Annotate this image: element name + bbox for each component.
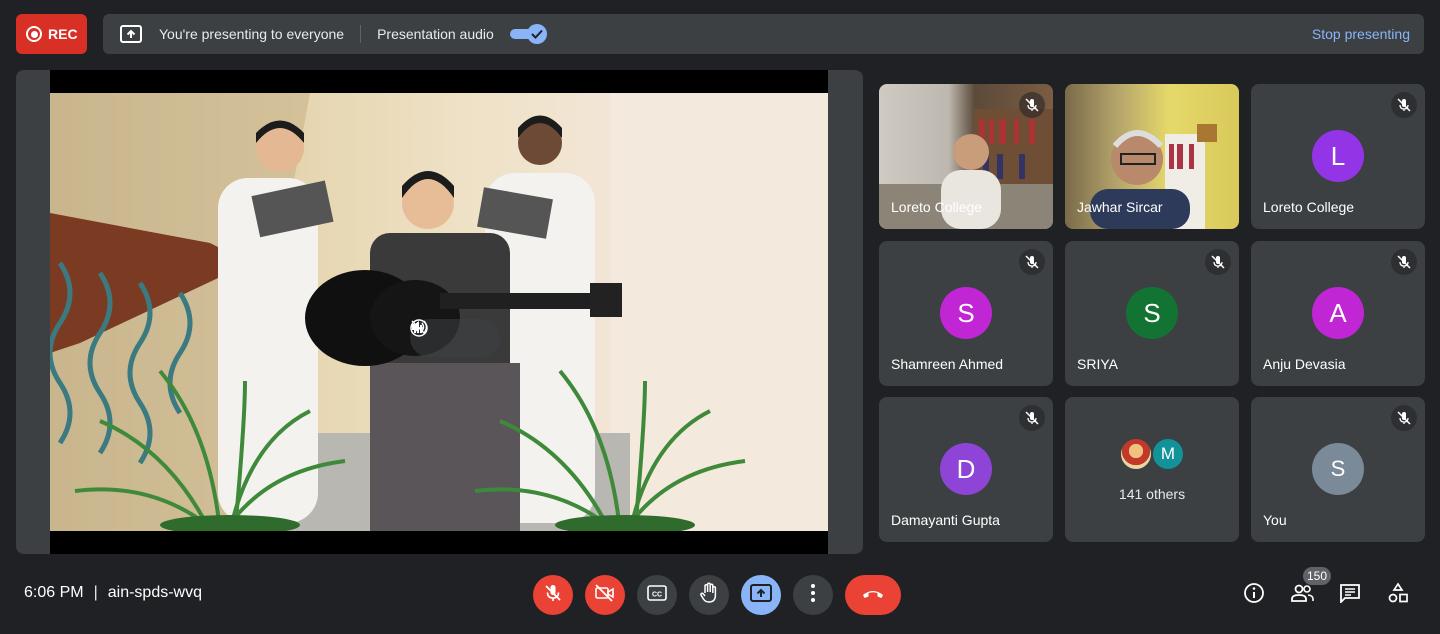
participant-tile[interactable]: S SRIYA <box>1065 241 1239 386</box>
participant-name: Jawhar Sircar <box>1077 199 1163 215</box>
mic-off-icon <box>1019 405 1045 431</box>
activities-button[interactable] <box>1382 579 1414 611</box>
participant-name: You <box>1263 512 1287 528</box>
present-screen-icon <box>750 583 772 607</box>
hand-icon <box>699 582 719 609</box>
captions-button[interactable]: CC <box>637 575 677 615</box>
others-tile[interactable]: M 141 others <box>1065 397 1239 542</box>
avatar: S <box>1312 443 1364 495</box>
clock: 6:06 PM <box>24 584 84 601</box>
video-scene <box>50 93 828 531</box>
presenting-text: You're presenting to everyone <box>159 26 345 42</box>
participant-tile[interactable]: Loreto College <box>879 84 1053 229</box>
participant-name: Shamreen Ahmed <box>891 356 1004 372</box>
self-tile[interactable]: S You <box>1251 397 1425 542</box>
divider: | <box>93 584 98 601</box>
meeting-details: 6:06 PM | ain-spds-wvq <box>24 584 202 602</box>
meeting-info-button[interactable] <box>1238 579 1270 611</box>
participant-tile[interactable]: L Loreto College <box>1251 84 1425 229</box>
video-playback-controls <box>410 319 500 357</box>
meeting-code: ain-spds-wvq <box>107 584 203 601</box>
shared-video <box>50 70 828 554</box>
activities-icon <box>1387 581 1409 609</box>
presentation-stage <box>16 70 863 554</box>
stop-presenting-button[interactable]: Stop presenting <box>1312 26 1410 42</box>
raise-hand-button[interactable] <box>689 575 729 615</box>
participant-name: Damayanti Gupta <box>891 512 1000 528</box>
avatar: A <box>1312 287 1364 339</box>
presenting-banner: You're presenting to everyone Presentati… <box>103 14 1424 54</box>
others-avatars: M <box>1119 437 1185 471</box>
avatar: L <box>1312 130 1364 182</box>
check-icon <box>526 24 547 44</box>
camera-toggle-button[interactable] <box>585 575 625 615</box>
participant-name: Anju Devasia <box>1263 356 1346 372</box>
chat-icon <box>1339 583 1361 608</box>
more-vert-icon <box>810 583 816 608</box>
mic-toggle-button[interactable] <box>533 575 573 615</box>
avatar: M <box>1151 437 1185 471</box>
presentation-audio-label: Presentation audio <box>377 26 494 42</box>
participant-tile[interactable]: A Anju Devasia <box>1251 241 1425 386</box>
participant-name: Loreto College <box>891 199 983 215</box>
mic-off-icon <box>1019 249 1045 275</box>
people-icon <box>1290 584 1314 607</box>
more-options-button[interactable] <box>793 575 833 615</box>
videocam-off-icon <box>594 583 616 607</box>
participant-name: SRIYA <box>1077 356 1118 372</box>
participant-tile[interactable]: D Damayanti Gupta <box>879 397 1053 542</box>
avatar: D <box>940 443 992 495</box>
present-screen-icon <box>119 22 143 46</box>
rec-label: REC <box>48 26 78 42</box>
svg-text:CC: CC <box>652 591 662 598</box>
people-count-badge: 150 <box>1303 567 1332 585</box>
presentation-audio-toggle[interactable] <box>509 24 547 44</box>
mic-off-icon <box>1391 92 1417 118</box>
mic-off-icon <box>1019 92 1045 118</box>
participant-tile[interactable]: S Shamreen Ahmed <box>879 241 1053 386</box>
avatar: S <box>1126 287 1178 339</box>
mic-off-icon <box>543 583 563 608</box>
record-icon <box>26 26 42 42</box>
chat-button[interactable] <box>1334 579 1366 611</box>
participant-tile[interactable]: Jawhar Sircar <box>1065 84 1239 229</box>
others-count: 141 others <box>1118 486 1186 502</box>
mic-off-icon <box>1391 249 1417 275</box>
closed-caption-icon: CC <box>647 584 667 606</box>
info-icon <box>1243 582 1265 609</box>
avatar: S <box>940 287 992 339</box>
divider <box>360 25 362 43</box>
recording-indicator[interactable]: REC <box>16 14 87 54</box>
avatar <box>1119 437 1153 471</box>
leave-call-button[interactable] <box>845 575 901 615</box>
mic-off-icon <box>1205 249 1231 275</box>
participant-name: Loreto College <box>1263 199 1355 215</box>
mic-off-icon <box>1391 405 1417 431</box>
video-illustration <box>50 93 828 531</box>
call-end-icon <box>861 586 885 604</box>
present-button[interactable] <box>741 575 781 615</box>
